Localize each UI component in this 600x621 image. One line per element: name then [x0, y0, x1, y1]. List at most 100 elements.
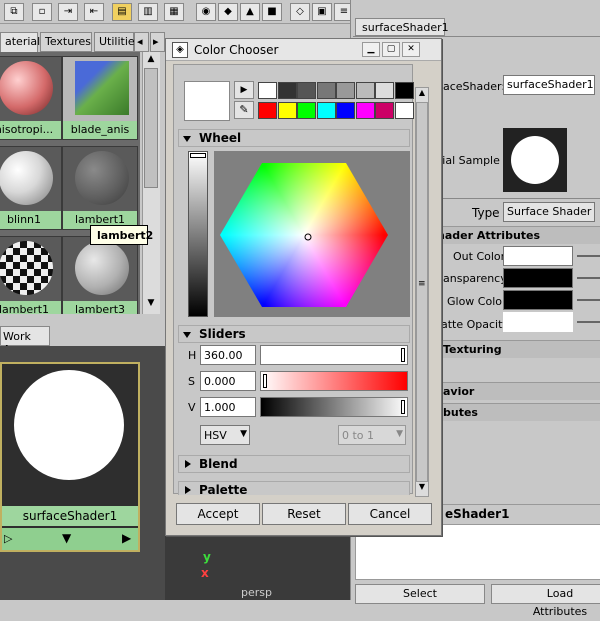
expand-arrow-icon[interactable]: ▶	[234, 81, 254, 99]
ae-divider	[353, 36, 600, 37]
scroll-up-icon[interactable]: ▲	[145, 54, 157, 66]
expand-arrow-icon[interactable]: ▼	[62, 531, 71, 545]
select-button[interactable]: Select	[355, 584, 485, 604]
out-color-swatch[interactable]	[503, 246, 573, 266]
palette-swatch[interactable]	[258, 102, 277, 119]
transparency-slider[interactable]	[577, 277, 600, 279]
section-blend[interactable]: Blend	[178, 455, 410, 473]
palette-swatch[interactable]	[297, 102, 316, 119]
layout-alt-icon[interactable]: ▥	[138, 3, 158, 21]
scroll-thumb[interactable]	[144, 68, 158, 188]
color-wheel-area[interactable]	[214, 151, 410, 317]
dialog-scrollbar[interactable]: ▲ ≡ ▼	[415, 87, 429, 497]
right-arrow-icon[interactable]: ▶	[122, 531, 131, 545]
v-value-field[interactable]: 1.000	[200, 397, 256, 417]
value-slider-handle[interactable]	[190, 153, 206, 158]
swatch-blade-anis[interactable]: blade_anis	[62, 56, 138, 140]
palette-swatch[interactable]	[336, 82, 355, 99]
material-icon[interactable]: ◆	[218, 3, 238, 21]
scroll-up-icon[interactable]: ▲	[416, 88, 428, 100]
input-connections-icon[interactable]: ⇥	[58, 3, 78, 21]
value-slider[interactable]	[188, 151, 208, 317]
scroll-down-icon[interactable]: ▼	[145, 298, 157, 310]
scroll-down-icon[interactable]: ▼	[416, 482, 428, 494]
palette-swatch[interactable]	[375, 102, 394, 119]
range-dropdown[interactable]: 0 to 1 ▼	[338, 425, 406, 445]
tab-textures[interactable]: Textures	[40, 32, 92, 52]
palette-swatch[interactable]	[277, 102, 297, 119]
section-wheel[interactable]: Wheel	[178, 129, 410, 147]
out-color-slider[interactable]	[577, 255, 600, 257]
reset-button[interactable]: Reset	[262, 503, 346, 525]
minimize-button[interactable]: ▁	[362, 42, 380, 57]
swatch-scrollbar[interactable]: ▲ ▼	[142, 52, 160, 314]
layout-icon[interactable]: ▤	[112, 3, 132, 21]
accept-button[interactable]: Accept	[176, 503, 260, 525]
maximize-button[interactable]: ▢	[382, 42, 400, 57]
swatch-anisotropic[interactable]: nisotropi...	[0, 56, 62, 140]
palette-swatch[interactable]	[297, 82, 316, 99]
palette-swatch[interactable]	[375, 82, 394, 99]
cancel-button[interactable]: Cancel	[348, 503, 432, 525]
swatch-lambert1[interactable]: lambert1	[62, 146, 138, 230]
matte-opacity-swatch[interactable]	[503, 312, 573, 332]
input-output-icon[interactable]: ▫	[32, 3, 52, 21]
v-slider[interactable]	[260, 397, 408, 417]
tab-work-area[interactable]: Work Area	[0, 326, 50, 356]
s-slider[interactable]	[260, 371, 408, 391]
type-dropdown[interactable]: Surface Shader	[503, 202, 595, 222]
load-attributes-button[interactable]: Load Attributes	[491, 584, 600, 618]
work-node[interactable]: surfaceShader1 ▷ ▼ ▶	[0, 362, 140, 552]
v-slider-handle[interactable]	[401, 400, 405, 414]
shader-name-field[interactable]: surfaceShader1	[503, 75, 595, 95]
matte-opacity-slider[interactable]	[577, 321, 600, 323]
eyedropper-icon[interactable]: ✎	[234, 101, 254, 119]
monitor-icon[interactable]: ▣	[312, 3, 332, 21]
palette-swatch[interactable]	[355, 102, 375, 119]
section-sliders[interactable]: Sliders	[178, 325, 410, 343]
s-value-field[interactable]: 0.000	[200, 371, 256, 391]
palette-swatch[interactable]	[316, 102, 336, 119]
h-value-field[interactable]: 360.00	[200, 345, 256, 365]
left-arrow-icon[interactable]: ▷	[4, 532, 12, 545]
palette-swatch[interactable]	[355, 82, 375, 99]
camera-icon[interactable]: ◉	[196, 3, 216, 21]
section-palette[interactable]: Palette	[178, 481, 410, 497]
ae-tab-shader[interactable]: surfaceShader1	[355, 18, 449, 36]
render-icon[interactable]: ▲	[240, 3, 260, 21]
swatch-lambert3[interactable]: lambert3	[62, 236, 138, 314]
palette-swatch[interactable]	[336, 102, 355, 119]
h-slider-handle[interactable]	[401, 348, 405, 362]
mode-dropdown[interactable]: HSV ▼	[200, 425, 250, 445]
tab-utilities[interactable]: Utilities	[94, 32, 140, 52]
dialog-title: Color Chooser	[194, 43, 279, 57]
palette-swatches	[258, 82, 414, 122]
swatch-ball	[0, 61, 53, 115]
tab-scroll-right[interactable]: ▸	[150, 32, 165, 52]
palette-label: Palette	[199, 483, 248, 497]
palette-swatch[interactable]	[277, 82, 297, 99]
tab-materials[interactable]: aterials	[0, 32, 46, 52]
tab-scroll-left[interactable]: ◂	[134, 32, 149, 52]
grip-icon: ≡	[418, 279, 426, 289]
dialog-titlebar[interactable]: ◈ Color Chooser ▁ ▢ ✕	[166, 39, 441, 61]
transparency-swatch[interactable]	[503, 268, 573, 288]
output-connections-icon[interactable]: ⇤	[84, 3, 104, 21]
clear-icon[interactable]: ▦	[164, 3, 184, 21]
swatch-checker[interactable]: lambert1	[0, 236, 62, 314]
s-slider-handle[interactable]	[263, 374, 267, 388]
scroll-thumb[interactable]: ≡	[416, 102, 428, 482]
h-slider[interactable]	[260, 345, 408, 365]
glow-color-swatch[interactable]	[503, 290, 573, 310]
close-button[interactable]: ✕	[402, 42, 420, 57]
palette-swatch[interactable]	[394, 82, 414, 99]
texture-icon[interactable]: ■	[262, 3, 282, 21]
graph-icon[interactable]: ⧉	[4, 3, 24, 21]
grid-icon[interactable]: ◇	[290, 3, 310, 21]
palette-swatch[interactable]	[394, 102, 414, 119]
glow-color-slider[interactable]	[577, 299, 600, 301]
swatch-blinn1[interactable]: blinn1	[0, 146, 62, 230]
palette-swatch[interactable]	[316, 82, 336, 99]
color-wheel[interactable]	[214, 151, 410, 317]
palette-swatch[interactable]	[258, 82, 277, 99]
